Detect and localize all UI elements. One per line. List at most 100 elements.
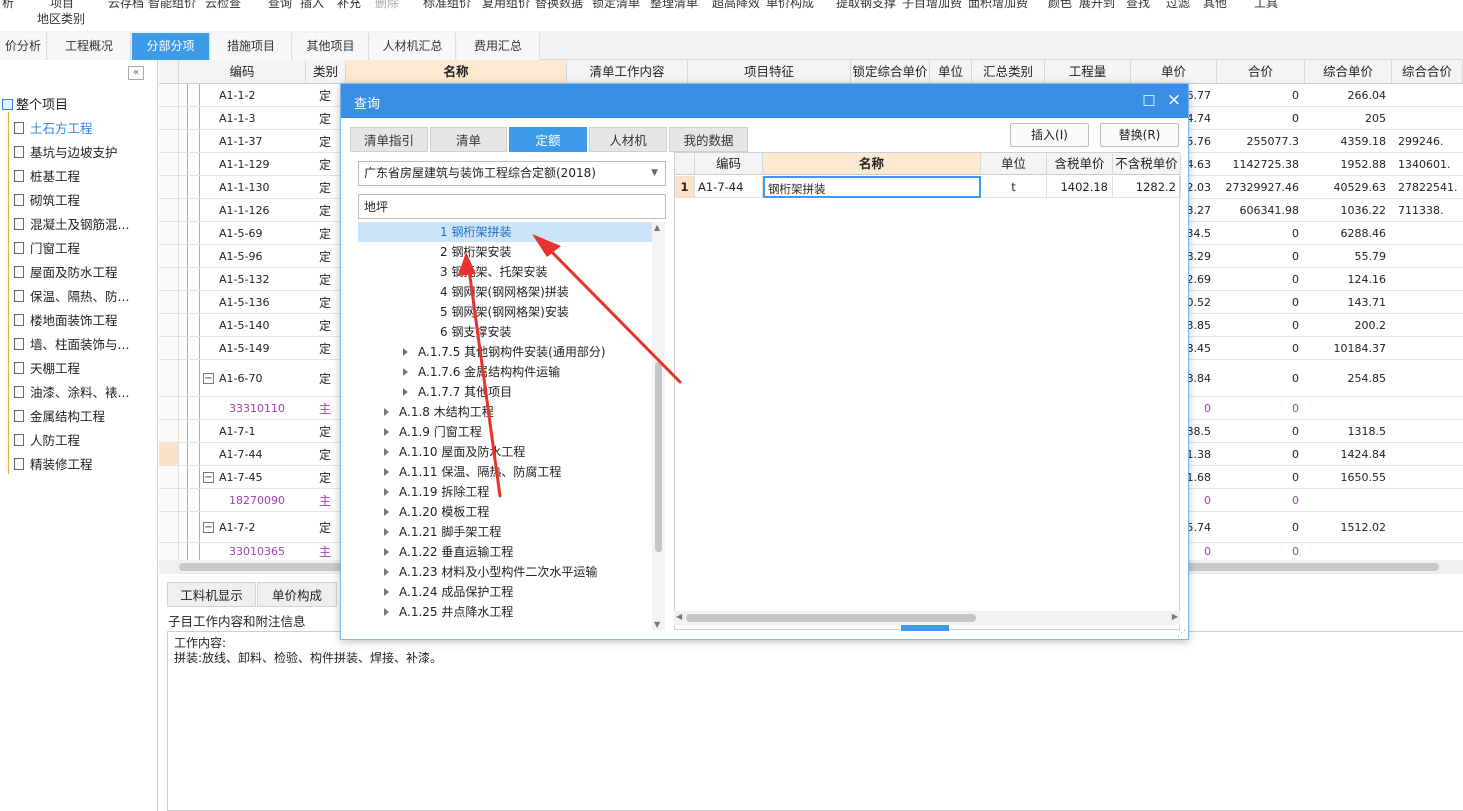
unit-total-cell[interactable] xyxy=(1392,107,1463,129)
tree-item[interactable]: A.1.24 成品保护工程 xyxy=(358,582,654,602)
scroll-thumb[interactable] xyxy=(686,614,976,622)
sidebar-item[interactable]: 天棚工程 xyxy=(14,358,80,377)
col-header-summary-type[interactable]: 汇总类别 xyxy=(972,60,1045,84)
collapse-sidebar-button[interactable]: « xyxy=(128,66,144,80)
unit-price-cell[interactable]: 266.04 xyxy=(1305,84,1392,106)
col-header-name[interactable]: 名称 xyxy=(346,60,567,84)
code-cell[interactable]: A1-5-132 xyxy=(219,268,269,290)
toolbar-item[interactable]: 插入 xyxy=(300,0,324,11)
category-cell[interactable]: 主 xyxy=(305,397,345,419)
result-horizontal-scrollbar[interactable]: ◀ ▶ xyxy=(674,611,1180,625)
work-content-box[interactable]: 工作内容: 拼装:放线、卸料、检验、构件拼装、焊接、补漆。 xyxy=(167,631,1463,811)
toolbar-item[interactable]: 智能组价 xyxy=(148,0,196,11)
module-tab[interactable]: 费用汇总 xyxy=(457,33,540,60)
code-cell[interactable]: A1-5-96 xyxy=(219,245,262,267)
category-cell[interactable]: 定 xyxy=(305,314,345,336)
toolbar-item[interactable]: 单价构成 xyxy=(766,0,814,11)
unit-total-cell[interactable] xyxy=(1392,291,1463,313)
tree-item[interactable]: A.1.20 模板工程 xyxy=(358,502,654,522)
unit-total-cell[interactable] xyxy=(1392,268,1463,290)
row-selector[interactable] xyxy=(159,245,179,267)
collapse-row-icon[interactable]: − xyxy=(203,472,214,483)
total-cell[interactable]: 0 xyxy=(1217,420,1305,442)
scroll-thumb[interactable] xyxy=(655,362,662,552)
expand-arrow-icon[interactable] xyxy=(403,368,408,376)
tab-labor-material-machine[interactable]: 人材机 xyxy=(589,127,667,152)
row-selector[interactable] xyxy=(159,268,179,290)
toolbar-item[interactable]: 析 xyxy=(2,0,14,11)
unit-total-cell[interactable] xyxy=(1392,466,1463,488)
code-cell[interactable]: A1-1-37 xyxy=(219,130,262,152)
code-cell[interactable]: A1-7-45 xyxy=(219,466,262,488)
code-cell[interactable]: A1-1-129 xyxy=(219,153,269,175)
unit-total-cell[interactable] xyxy=(1392,420,1463,442)
tree-scrollbar[interactable]: ▲ ▼ xyxy=(652,222,665,630)
col-header-quantity[interactable]: 工程量 xyxy=(1045,60,1131,84)
category-cell[interactable]: 定 xyxy=(305,268,345,290)
result-unit-cell[interactable]: t xyxy=(981,176,1047,198)
category-cell[interactable]: 定 xyxy=(305,466,345,488)
quota-library-select[interactable]: 广东省房屋建筑与装饰工程综合定额(2018) ▼ xyxy=(358,161,666,186)
module-tab[interactable]: 分部分项 xyxy=(132,33,210,60)
code-cell[interactable]: A1-7-2 xyxy=(219,512,255,542)
tab-bill[interactable]: 清单 xyxy=(430,127,507,152)
unit-total-cell[interactable] xyxy=(1392,84,1463,106)
total-cell[interactable]: 0 xyxy=(1217,397,1305,419)
tree-item[interactable]: A.1.11 保温、隔热、防腐工程 xyxy=(358,462,654,482)
row-selector[interactable] xyxy=(159,291,179,313)
expand-arrow-icon[interactable] xyxy=(384,608,389,616)
tree-item[interactable]: A.1.9 门窗工程 xyxy=(358,422,654,442)
total-cell[interactable]: 0 xyxy=(1217,107,1305,129)
col-header-unit[interactable]: 单位 xyxy=(981,153,1047,175)
result-notax-price-cell[interactable]: 1282.2 xyxy=(1113,176,1181,198)
unit-price-cell[interactable]: 205 xyxy=(1305,107,1392,129)
row-selector[interactable] xyxy=(159,222,179,244)
unit-price-cell[interactable] xyxy=(1305,489,1392,511)
tree-item[interactable]: A.1.8 木结构工程 xyxy=(358,402,654,422)
row-selector[interactable] xyxy=(159,512,179,542)
row-selector[interactable] xyxy=(159,107,179,129)
unit-price-cell[interactable]: 55.79 xyxy=(1305,245,1392,267)
col-header-name[interactable]: 名称 xyxy=(763,153,981,175)
tree-item[interactable]: A.1.25 井点降水工程 xyxy=(358,602,654,622)
unit-price-cell[interactable] xyxy=(1305,543,1392,560)
tree-item[interactable]: 5 钢网架(钢网格架)安装 xyxy=(358,302,654,322)
toolbar-item[interactable]: 面积增加费 xyxy=(968,0,1028,11)
unit-total-cell[interactable]: 299246. xyxy=(1392,130,1463,152)
sidebar-item[interactable]: 土石方工程 xyxy=(14,118,93,137)
category-cell[interactable]: 定 xyxy=(305,291,345,313)
col-header-unit[interactable]: 单位 xyxy=(930,60,972,84)
code-cell[interactable]: A1-5-136 xyxy=(219,291,269,313)
module-tab[interactable]: 其他项目 xyxy=(293,33,369,60)
result-row-index[interactable]: 1 xyxy=(675,176,695,198)
tree-item[interactable]: 2 钢桁架安装 xyxy=(358,242,654,262)
sidebar-item[interactable]: 油漆、涂料、裱... xyxy=(14,382,129,401)
category-cell[interactable]: 定 xyxy=(305,245,345,267)
sidebar-item[interactable]: 砌筑工程 xyxy=(14,190,80,209)
category-cell[interactable]: 主 xyxy=(305,489,345,511)
unit-price-cell[interactable]: 200.2 xyxy=(1305,314,1392,336)
unit-total-cell[interactable] xyxy=(1392,222,1463,244)
expand-arrow-icon[interactable] xyxy=(384,428,389,436)
row-selector[interactable] xyxy=(159,84,179,106)
sidebar-item[interactable]: 精装修工程 xyxy=(14,454,93,473)
tree-item[interactable]: A.1.22 垂直运输工程 xyxy=(358,542,654,562)
total-cell[interactable]: 0 xyxy=(1217,512,1305,542)
sidebar-item[interactable]: 保温、隔热、防... xyxy=(14,286,129,305)
toolbar-item[interactable]: 其他 xyxy=(1203,0,1227,11)
toolbar-item[interactable]: 子目增加费 xyxy=(902,0,962,11)
toolbar-item[interactable]: 查询 xyxy=(268,0,292,11)
toolbar-item[interactable]: 云检查 xyxy=(205,0,241,11)
category-cell[interactable]: 定 xyxy=(305,153,345,175)
unit-total-cell[interactable] xyxy=(1392,245,1463,267)
row-selector[interactable] xyxy=(159,420,179,442)
total-cell[interactable]: 1142725.38 xyxy=(1217,153,1305,175)
sidebar-item[interactable]: 门窗工程 xyxy=(14,238,80,257)
scroll-right-icon[interactable]: ▶ xyxy=(1172,612,1178,621)
maximize-icon[interactable]: □ xyxy=(1139,90,1159,110)
category-cell[interactable]: 定 xyxy=(305,360,345,396)
search-input[interactable] xyxy=(358,194,666,219)
tree-item[interactable]: 1 钢桁架拼装 xyxy=(358,222,654,242)
total-cell[interactable]: 0 xyxy=(1217,84,1305,106)
expand-arrow-icon[interactable] xyxy=(403,348,408,356)
